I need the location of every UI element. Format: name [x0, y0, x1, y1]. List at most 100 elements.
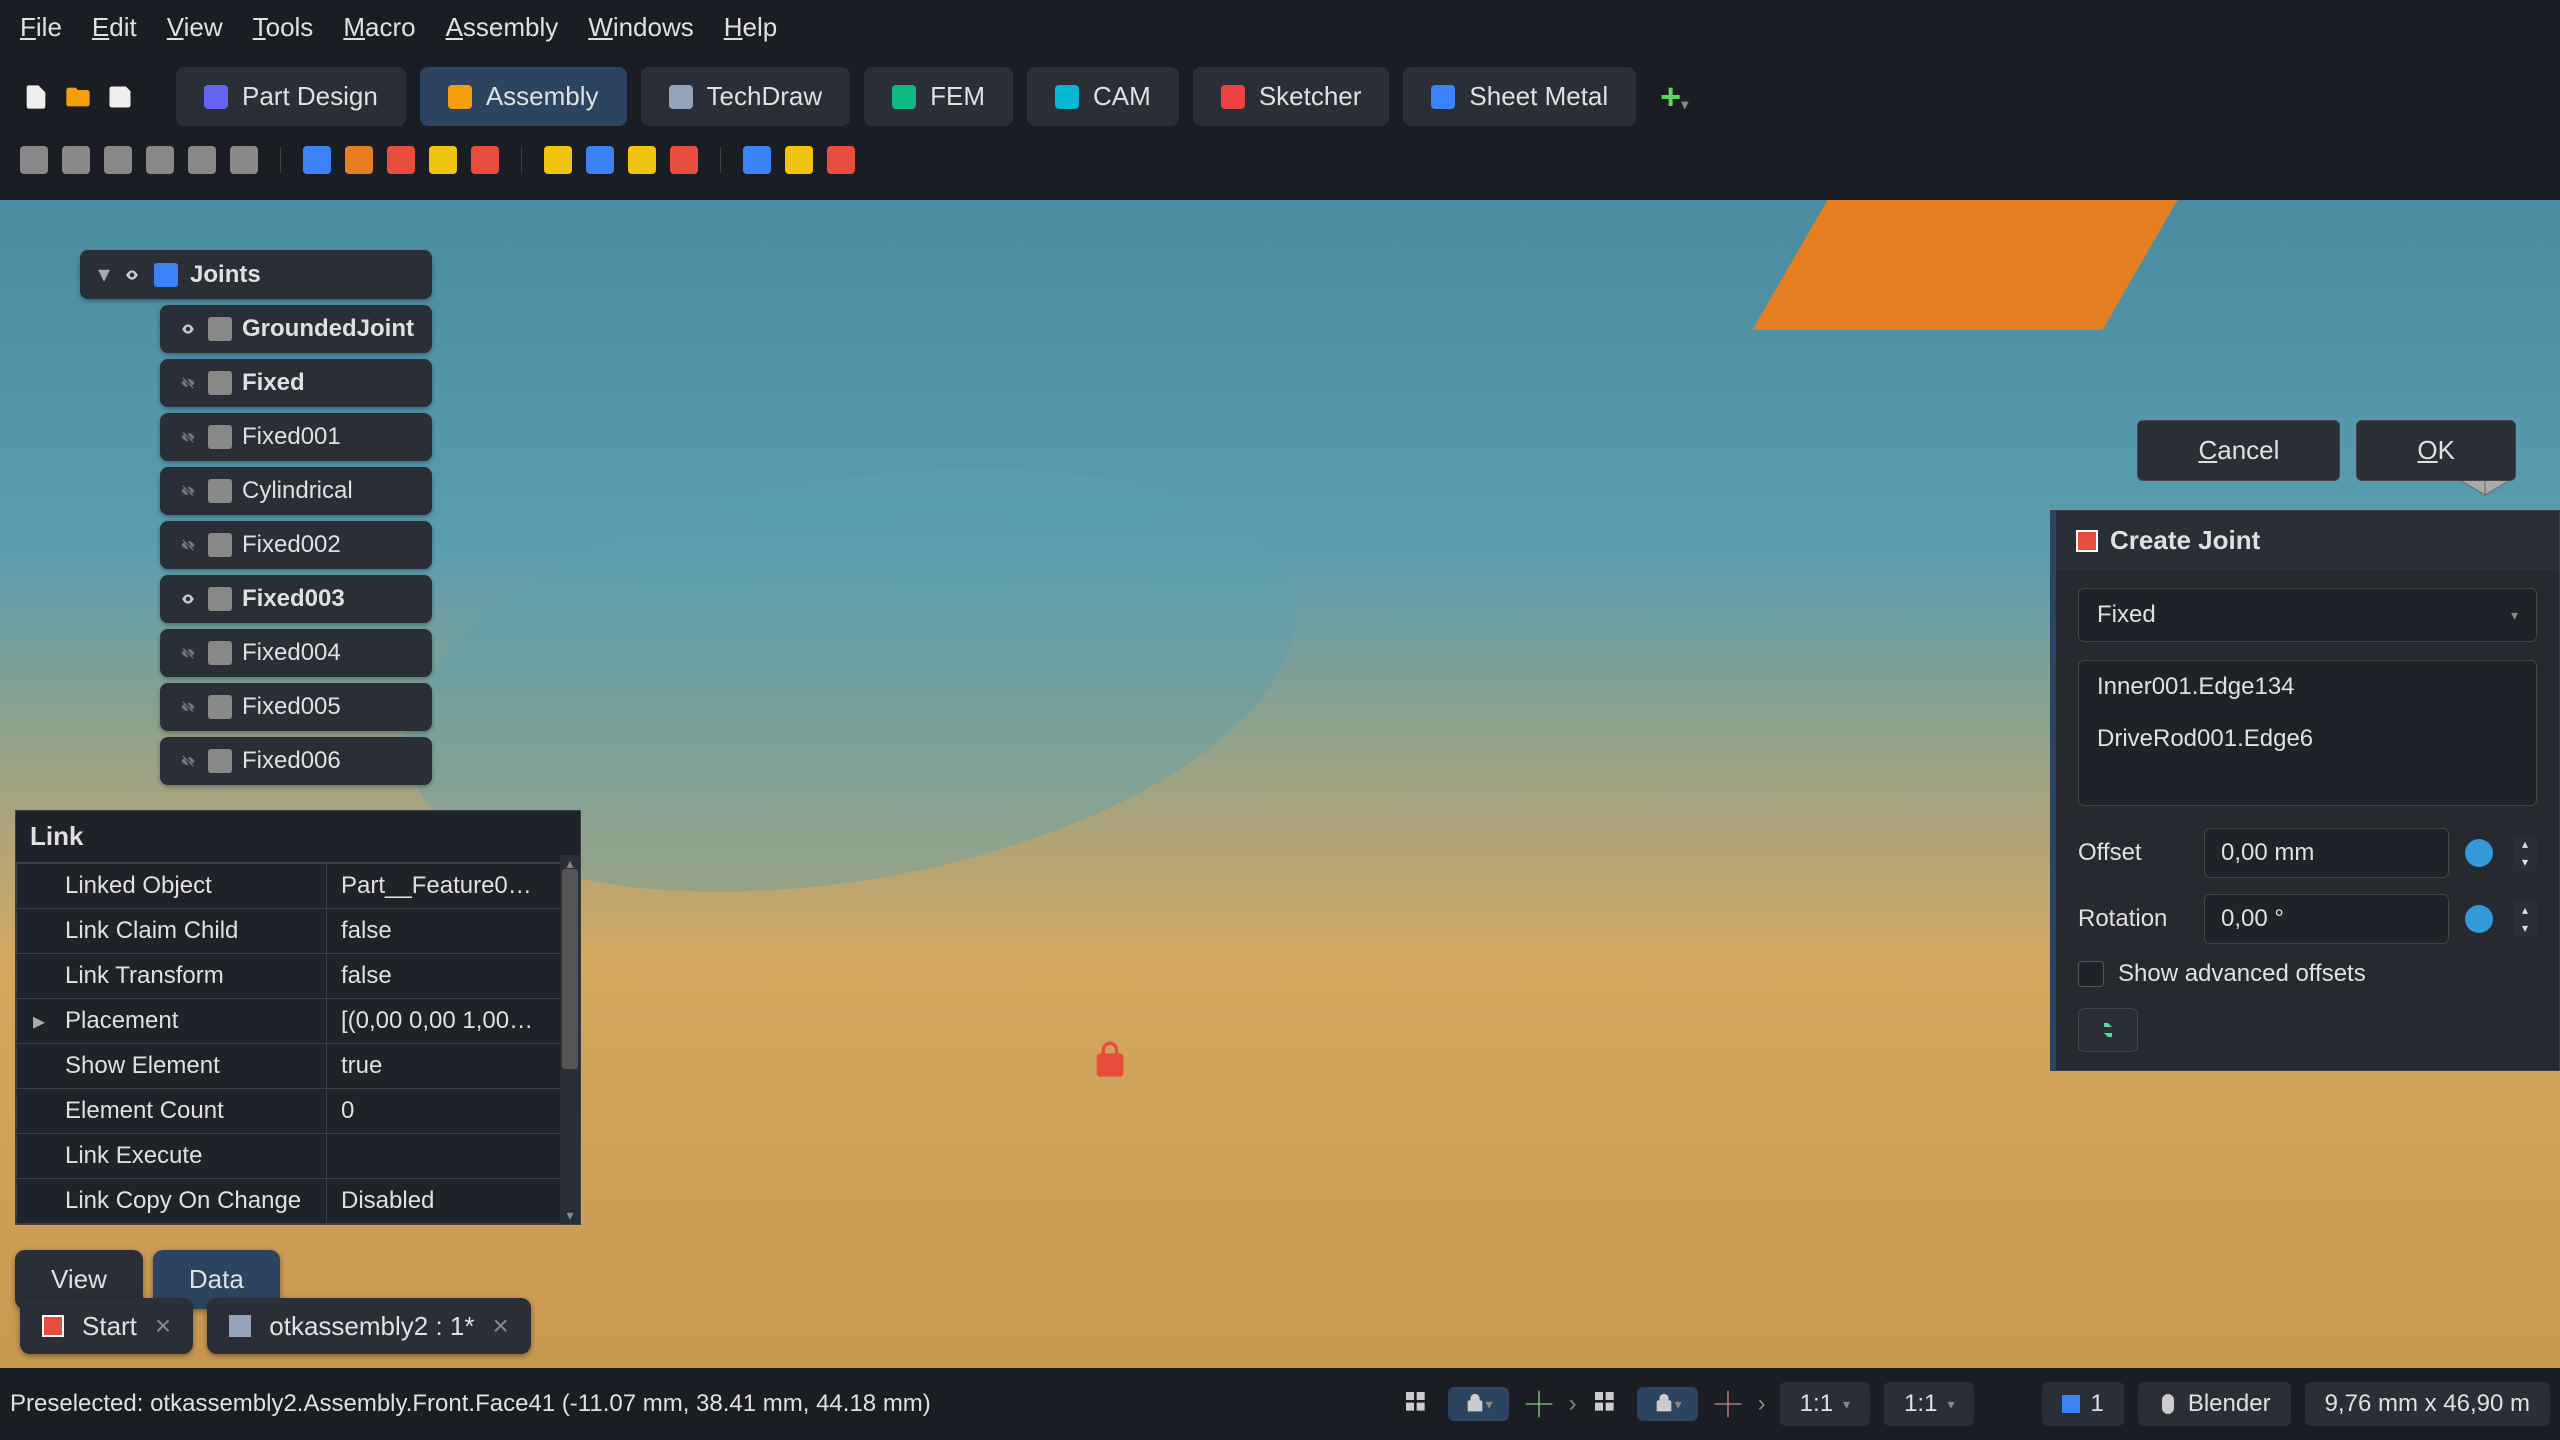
document-tab-assembly[interactable]: otkassembly2 : 1* ×: [207, 1298, 531, 1354]
origin-icon[interactable]: [1523, 1388, 1555, 1420]
tool-icon-3[interactable]: [104, 146, 132, 174]
rotation-input[interactable]: 0,00 °: [2204, 894, 2449, 944]
tree-item[interactable]: Fixed003: [160, 575, 432, 623]
workbench-techdraw[interactable]: TechDraw: [641, 67, 851, 126]
property-value[interactable]: [327, 1134, 580, 1179]
joint-parallel-icon[interactable]: [586, 146, 614, 174]
tool-icon-1[interactable]: [20, 146, 48, 174]
property-row[interactable]: Link Execute: [17, 1134, 580, 1179]
snap-lock-button[interactable]: ▾: [1448, 1387, 1509, 1421]
spin-down-icon[interactable]: ▾: [2513, 853, 2537, 871]
visibility-icon[interactable]: [178, 430, 198, 444]
new-file-icon[interactable]: [20, 81, 52, 113]
expression-icon[interactable]: [2465, 905, 2493, 933]
explode-icon[interactable]: [785, 146, 813, 174]
tree-item[interactable]: Fixed005: [160, 683, 432, 731]
count-box[interactable]: 1: [2042, 1382, 2123, 1426]
cancel-button[interactable]: Cancel: [2137, 420, 2340, 481]
spin-up-icon[interactable]: ▴: [2513, 835, 2537, 853]
reference-item-1[interactable]: Inner001.Edge134: [2079, 661, 2536, 713]
property-row[interactable]: Link Copy On ChangeDisabled: [17, 1179, 580, 1224]
property-value[interactable]: 0: [327, 1089, 580, 1134]
property-row[interactable]: ▸Placement[(0,00 0,00 1,00…: [17, 999, 580, 1044]
visibility-icon[interactable]: [178, 484, 198, 498]
tool-icon-2[interactable]: [62, 146, 90, 174]
workbench-assembly[interactable]: Assembly: [420, 67, 627, 126]
joint-fixed-icon[interactable]: [303, 146, 331, 174]
workbench-cam[interactable]: CAM: [1027, 67, 1179, 126]
tree-item[interactable]: Fixed004: [160, 629, 432, 677]
advanced-offsets-checkbox[interactable]: [2078, 961, 2104, 987]
property-row[interactable]: Link Claim Childfalse: [17, 909, 580, 954]
workbench-sheet-metal[interactable]: Sheet Metal: [1403, 67, 1636, 126]
spin-down-icon[interactable]: ▾: [2513, 919, 2537, 937]
document-tab-start[interactable]: Start ×: [20, 1298, 193, 1354]
offset-input[interactable]: 0,00 mm: [2204, 828, 2449, 878]
menu-view[interactable]: View: [167, 12, 223, 43]
advanced-offsets-label[interactable]: Show advanced offsets: [2118, 960, 2366, 988]
open-file-icon[interactable]: [62, 81, 94, 113]
workbench-part-design[interactable]: Part Design: [176, 67, 406, 126]
joint-distance-icon[interactable]: [544, 146, 572, 174]
property-row[interactable]: Element Count0: [17, 1089, 580, 1134]
joint-ball-icon[interactable]: [471, 146, 499, 174]
menu-file[interactable]: File: [20, 12, 62, 43]
tree-item[interactable]: Fixed002: [160, 521, 432, 569]
visibility-icon[interactable]: [178, 538, 198, 552]
settings-icon[interactable]: [827, 146, 855, 174]
visibility-icon[interactable]: [178, 592, 198, 606]
property-row[interactable]: Show Elementtrue: [17, 1044, 580, 1089]
property-row[interactable]: Link Transformfalse: [17, 954, 580, 999]
navigation-style-selector[interactable]: Blender: [2138, 1382, 2291, 1426]
scale-selector-2[interactable]: 1:1▾: [1884, 1382, 1974, 1426]
spin-up-icon[interactable]: ▴: [2513, 901, 2537, 919]
joint-cylindrical-icon[interactable]: [387, 146, 415, 174]
ok-button[interactable]: OK: [2356, 420, 2516, 481]
joint-angle-icon[interactable]: [670, 146, 698, 174]
visibility-icon[interactable]: [178, 700, 198, 714]
grid-icon[interactable]: [1591, 1388, 1623, 1420]
menu-help[interactable]: Help: [724, 12, 777, 43]
property-row[interactable]: Linked ObjectPart__Feature0…: [17, 864, 580, 909]
expression-icon[interactable]: [2465, 839, 2493, 867]
property-value[interactable]: Part__Feature0…: [327, 864, 580, 909]
scale-selector-1[interactable]: 1:1▾: [1780, 1382, 1870, 1426]
tree-group-label[interactable]: Joints: [190, 261, 261, 289]
snap-lock-button[interactable]: ▾: [1637, 1387, 1698, 1421]
menu-tools[interactable]: Tools: [253, 12, 314, 43]
tool-icon-4[interactable]: [146, 146, 174, 174]
visibility-icon[interactable]: [122, 268, 142, 282]
tree-item[interactable]: Fixed: [160, 359, 432, 407]
chevron-down-icon[interactable]: ▾: [98, 260, 110, 289]
property-value[interactable]: [(0,00 0,00 1,00…: [327, 999, 580, 1044]
solve-icon[interactable]: [743, 146, 771, 174]
joint-perpendicular-icon[interactable]: [628, 146, 656, 174]
property-value[interactable]: Disabled: [327, 1179, 580, 1224]
property-value[interactable]: false: [327, 954, 580, 999]
references-list[interactable]: Inner001.Edge134 DriveRod001.Edge6: [2078, 660, 2537, 806]
expand-icon[interactable]: ▸: [33, 1007, 45, 1036]
joint-revolute-icon[interactable]: [345, 146, 373, 174]
origin-icon[interactable]: [1712, 1388, 1744, 1420]
menu-macro[interactable]: Macro: [343, 12, 415, 43]
save-file-icon[interactable]: [104, 81, 136, 113]
close-icon[interactable]: ×: [155, 1310, 171, 1342]
tree-item[interactable]: Fixed006: [160, 737, 432, 785]
property-value[interactable]: false: [327, 909, 580, 954]
tree-item[interactable]: GroundedJoint: [160, 305, 432, 353]
grid-icon[interactable]: [1402, 1388, 1434, 1420]
property-value[interactable]: true: [327, 1044, 580, 1089]
reference-item-2[interactable]: DriveRod001.Edge6: [2079, 713, 2536, 765]
close-icon[interactable]: ×: [493, 1310, 509, 1342]
scrollbar-thumb[interactable]: [562, 869, 578, 1069]
tree-item[interactable]: Fixed001: [160, 413, 432, 461]
swap-references-button[interactable]: [2078, 1008, 2138, 1052]
tree-item[interactable]: Cylindrical: [160, 467, 432, 515]
visibility-icon[interactable]: [178, 376, 198, 390]
joint-type-select[interactable]: Fixed ▾: [2078, 588, 2537, 642]
visibility-icon[interactable]: [178, 646, 198, 660]
visibility-icon[interactable]: [178, 322, 198, 336]
scrollbar[interactable]: ▴ ▾: [560, 855, 580, 1224]
workbench-sketcher[interactable]: Sketcher: [1193, 67, 1390, 126]
menu-windows[interactable]: Windows: [588, 12, 693, 43]
